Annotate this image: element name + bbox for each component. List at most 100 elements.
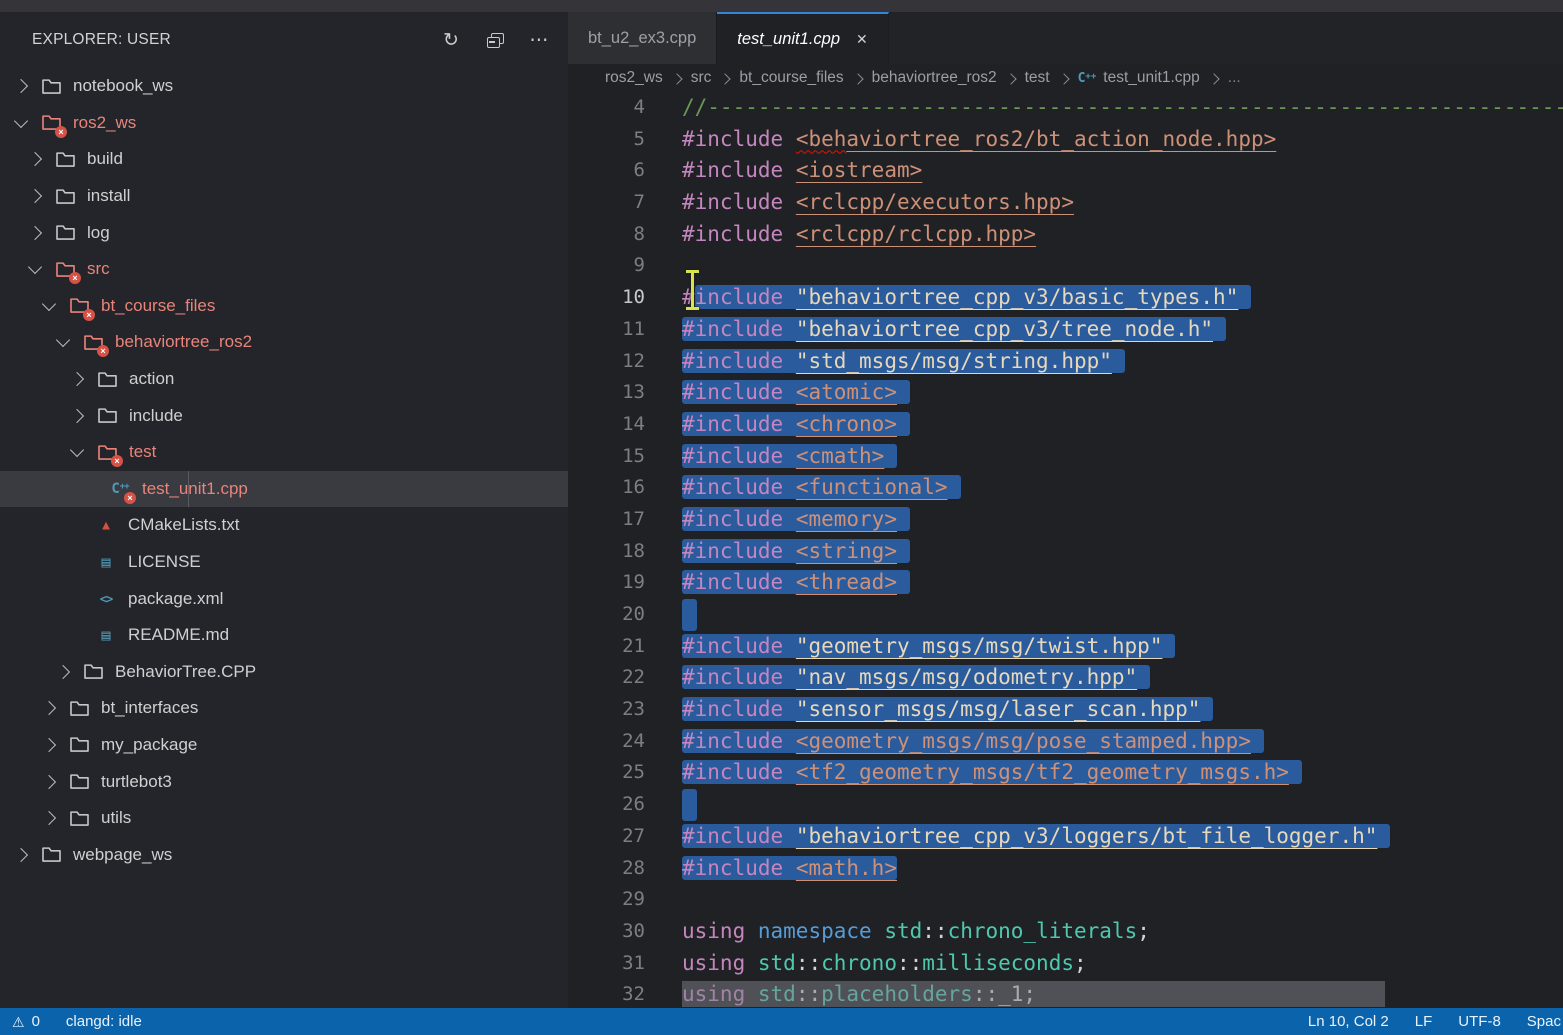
line-number: 4 [568,92,645,124]
code-text[interactable]: #include "sensor_msgs/msg/laser_scan.hpp… [645,694,1213,726]
code-token: chrono_literals [948,919,1138,943]
code-text[interactable]: #include "behaviortree_cpp_v3/loggers/bt… [645,821,1390,853]
chevron-right-icon [14,79,28,93]
status-eol-sequence[interactable]: LF [1415,1013,1433,1030]
breadcrumb-item-behaviortree_ros2[interactable]: behaviortree_ros2 [872,69,997,87]
code-text[interactable] [645,250,682,282]
breadcrumb-item-src[interactable]: src [691,69,712,87]
code-token: "nav_msgs/msg/odometry.hpp" [796,665,1137,689]
line-number: 12 [568,346,645,378]
code-text[interactable]: #include "behaviortree_cpp_v3/basic_type… [645,282,1251,314]
code-text[interactable] [645,789,697,821]
tree-item-label: action [129,369,174,389]
code-text[interactable]: #include <thread> [645,567,910,599]
chevron-right-icon [56,665,70,679]
code-text[interactable]: #include <behaviortree_ros2/bt_action_no… [645,124,1276,156]
tree-item-notebook_ws[interactable]: notebook_ws [0,68,568,105]
code-token: <functional> [796,475,948,499]
selection: #include "behaviortree_cpp_v3/tree_node.… [682,317,1226,341]
tree-item-turtlebot3[interactable]: turtlebot3 [0,763,568,800]
code-text[interactable]: #include <rclcpp/rclcpp.hpp> [645,219,1036,251]
tree-item-my_package[interactable]: my_package [0,727,568,764]
code-line: 31using std::chrono::milliseconds; [568,948,1563,980]
code-text[interactable]: #include "behaviortree_cpp_v3/tree_node.… [645,314,1226,346]
tree-item-action[interactable]: action [0,361,568,398]
code-text[interactable]: #include <string> [645,536,910,568]
breadcrumb-item-bt_course_files[interactable]: bt_course_files [739,69,843,87]
tree-item-src[interactable]: ×src [0,251,568,288]
tab-label: test_unit1.cpp [737,30,840,49]
status-indentation[interactable]: Spac [1527,1013,1561,1030]
code-text[interactable]: using std::chrono::milliseconds; [645,948,1087,980]
tree-item-README.md[interactable]: ▤README.md [0,617,568,654]
breadcrumb-label: behaviortree_ros2 [872,69,997,87]
code-text[interactable]: #include <chrono> [645,409,910,441]
status-text: clangd: idle [66,1013,142,1030]
code-text[interactable]: #include <geometry_msgs/msg/pose_stamped… [645,726,1264,758]
code-text[interactable]: #include "nav_msgs/msg/odometry.hpp" [645,662,1150,694]
tab-test_unit1.cpp[interactable]: test_unit1.cpp ✕ [717,12,888,64]
code-text[interactable]: #include <tf2_geometry_msgs/tf2_geometry… [645,757,1302,789]
tab-bt_u2_ex3.cpp[interactable]: bt_u2_ex3.cpp [568,12,717,64]
code-token: #include [682,507,783,531]
code-token: <tf2_geometry_msgs/tf2_geometry_msgs.h> [796,760,1289,784]
breadcrumb-separator-icon [852,73,863,84]
tree-item-BehaviorTree.CPP[interactable]: BehaviorTree.CPP [0,654,568,691]
folder-icon [55,151,76,168]
code-text[interactable]: #include <rclcpp/executors.hpp> [645,187,1074,219]
code-token [783,824,796,848]
code-text[interactable]: #include <iostream> [645,155,922,187]
tree-item-label: src [87,259,110,279]
code-token: #include [682,570,783,594]
code-text[interactable]: #include <cmath> [645,441,897,473]
code-text[interactable]: #include <functional> [645,472,961,504]
code-text[interactable]: #include <atomic> [645,377,910,409]
tree-item-label: LICENSE [128,552,201,572]
tree-item-CMakeLists.txt[interactable]: ▲CMakeLists.txt [0,507,568,544]
breadcrumb-item-test[interactable]: test [1025,69,1050,87]
code-text[interactable]: //--------------------------------------… [645,92,1563,124]
tree-item-include[interactable]: include [0,397,568,434]
code-text[interactable] [645,599,697,631]
chevron-right-icon [42,738,56,752]
status-clangd-status[interactable]: clangd: idle [66,1013,142,1030]
tree-item-install[interactable]: install [0,178,568,215]
status-cursor-position[interactable]: Ln 10, Col 2 [1308,1013,1389,1030]
tree-item-test[interactable]: ×test [0,434,568,471]
tree-item-webpage_ws[interactable]: webpage_ws [0,836,568,873]
code-text[interactable]: #include <math.h> [645,853,897,885]
code-text[interactable]: using namespace std::chrono_literals; [645,916,1150,948]
code-token: :: [922,919,947,943]
horizontal-scrollbar[interactable] [682,981,1385,1007]
error-badge: × [83,309,95,321]
line-number: 17 [568,504,645,536]
refresh-icon[interactable]: ↻ [440,29,462,51]
status-problems[interactable]: ⚠0 [12,1013,40,1030]
tree-item-build[interactable]: build [0,141,568,178]
code-text[interactable]: #include "geometry_msgs/msg/twist.hpp" [645,631,1175,663]
breadcrumb-item-...[interactable]: ... [1228,69,1241,87]
vscode-window: { "topbar": {}, "sidebar": { "header": {… [0,0,1563,1035]
breadcrumb-item-ros2_ws[interactable]: ros2_ws [605,69,663,87]
tree-item-log[interactable]: log [0,214,568,251]
breadcrumb-item-test_unit1.cpp[interactable]: C++test_unit1.cpp [1078,69,1200,87]
code-token: <rclcpp/rclcpp.hpp> [796,222,1036,246]
more-actions-icon[interactable]: ⋯ [528,29,550,51]
tree-item-bt_interfaces[interactable]: bt_interfaces [0,690,568,727]
code-text[interactable] [645,884,682,916]
code-text[interactable]: #include <memory> [645,504,910,536]
status-encoding[interactable]: UTF-8 [1458,1013,1501,1030]
tree-item-bt_course_files[interactable]: ×bt_course_files [0,288,568,325]
collapse-folders-icon[interactable] [484,29,506,51]
close-icon[interactable]: ✕ [856,31,868,48]
tree-item-utils[interactable]: utils [0,800,568,837]
tree-item-ros2_ws[interactable]: ×ros2_ws [0,105,568,142]
tree-item-LICENSE[interactable]: ▤LICENSE [0,544,568,581]
tree-item-test_unit1.cpp[interactable]: C++×test_unit1.cpp [0,471,568,508]
code-text[interactable]: #include "std_msgs/msg/string.hpp" [645,346,1125,378]
tree-item-label: test_unit1.cpp [142,479,248,499]
tree-item-package.xml[interactable]: <>package.xml [0,580,568,617]
tree-item-behaviortree_ros2[interactable]: ×behaviortree_ros2 [0,324,568,361]
code-token: #include [682,380,783,404]
code-token [783,380,796,404]
